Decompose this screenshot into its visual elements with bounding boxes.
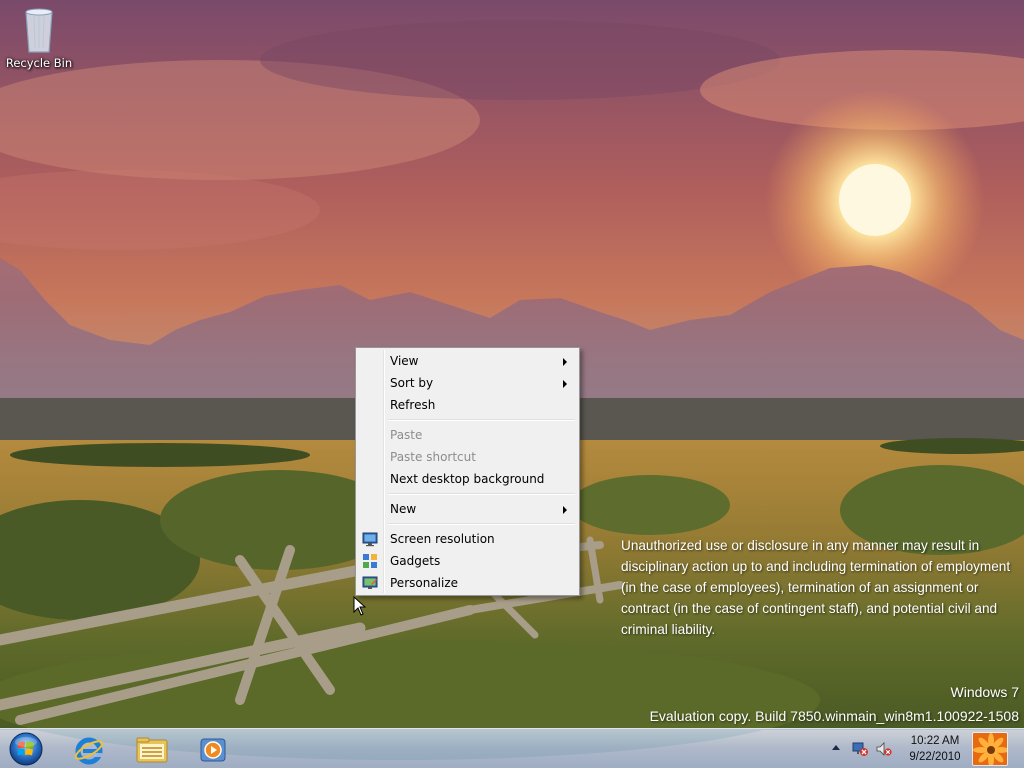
media-player-icon (200, 738, 226, 762)
flower-thumbnail-icon (973, 733, 1007, 765)
menu-item-label: Sort by (390, 376, 434, 390)
windows-explorer-icon (136, 737, 168, 763)
personalize-icon (362, 575, 378, 591)
desktop-icon-label: Recycle Bin (5, 56, 73, 70)
gadgets-icon (362, 553, 378, 569)
legal-notice-text: Unauthorized use or disclosure in any ma… (621, 538, 1011, 637)
taskbar-internet-explorer[interactable] (62, 731, 116, 767)
os-name-watermark: Windows 7 (950, 684, 1019, 700)
menu-item-label: Next desktop background (390, 472, 545, 486)
desktop-icon-recycle-bin[interactable]: Recycle Bin (4, 6, 74, 70)
menu-item-label: Personalize (390, 576, 459, 590)
volume-muted-icon[interactable] (876, 741, 892, 757)
taskbar: 10:22 AM 9/22/2010 (0, 728, 1024, 768)
menu-separator (388, 416, 577, 424)
menu-item-label: Screen resolution (390, 532, 495, 546)
menu-item-refresh[interactable]: Refresh (358, 394, 577, 416)
taskbar-clock[interactable]: 10:22 AM 9/22/2010 (900, 733, 970, 765)
menu-separator (388, 490, 577, 498)
menu-item-label: Gadgets (390, 554, 441, 568)
menu-item-sort-by[interactable]: Sort by (358, 372, 577, 394)
menu-item-label: Paste (390, 428, 423, 442)
menu-item-new[interactable]: New (358, 498, 577, 520)
internet-explorer-icon (74, 737, 104, 765)
submenu-arrow-icon (563, 506, 567, 514)
menu-item-next-desktop-background[interactable]: Next desktop background (358, 468, 577, 490)
menu-item-label: View (390, 354, 419, 368)
desktop-context-menu: View Sort by Refresh Paste Paste shortcu… (355, 347, 580, 596)
clock-time: 10:22 AM (910, 735, 960, 747)
display-icon (362, 531, 378, 547)
menu-item-paste: Paste (358, 424, 577, 446)
menu-separator (388, 520, 577, 528)
menu-item-label: Refresh (390, 398, 436, 412)
menu-item-gadgets[interactable]: Gadgets (358, 550, 577, 572)
show-desktop-button[interactable] (972, 732, 1008, 766)
clock-date: 9/22/2010 (909, 751, 961, 763)
start-button[interactable] (6, 731, 46, 767)
taskbar-windows-explorer[interactable] (124, 731, 178, 767)
menu-item-label: Paste shortcut (390, 450, 476, 464)
submenu-arrow-icon (563, 358, 567, 366)
menu-item-view[interactable]: View (358, 350, 577, 372)
show-hidden-icons-arrow[interactable] (832, 745, 840, 750)
build-watermark: Evaluation copy. Build 7850.winmain_win8… (649, 708, 1019, 724)
menu-item-screen-resolution[interactable]: Screen resolution (358, 528, 577, 550)
recycle-bin-icon (20, 6, 58, 54)
menu-item-personalize[interactable]: Personalize (358, 572, 577, 594)
mouse-cursor-icon (353, 595, 367, 616)
start-orb-icon (9, 732, 43, 766)
action-center-icon[interactable] (852, 741, 868, 757)
menu-item-paste-shortcut: Paste shortcut (358, 446, 577, 468)
taskbar-media-player[interactable] (186, 731, 240, 767)
menu-item-label: New (390, 502, 417, 516)
submenu-arrow-icon (563, 380, 567, 388)
